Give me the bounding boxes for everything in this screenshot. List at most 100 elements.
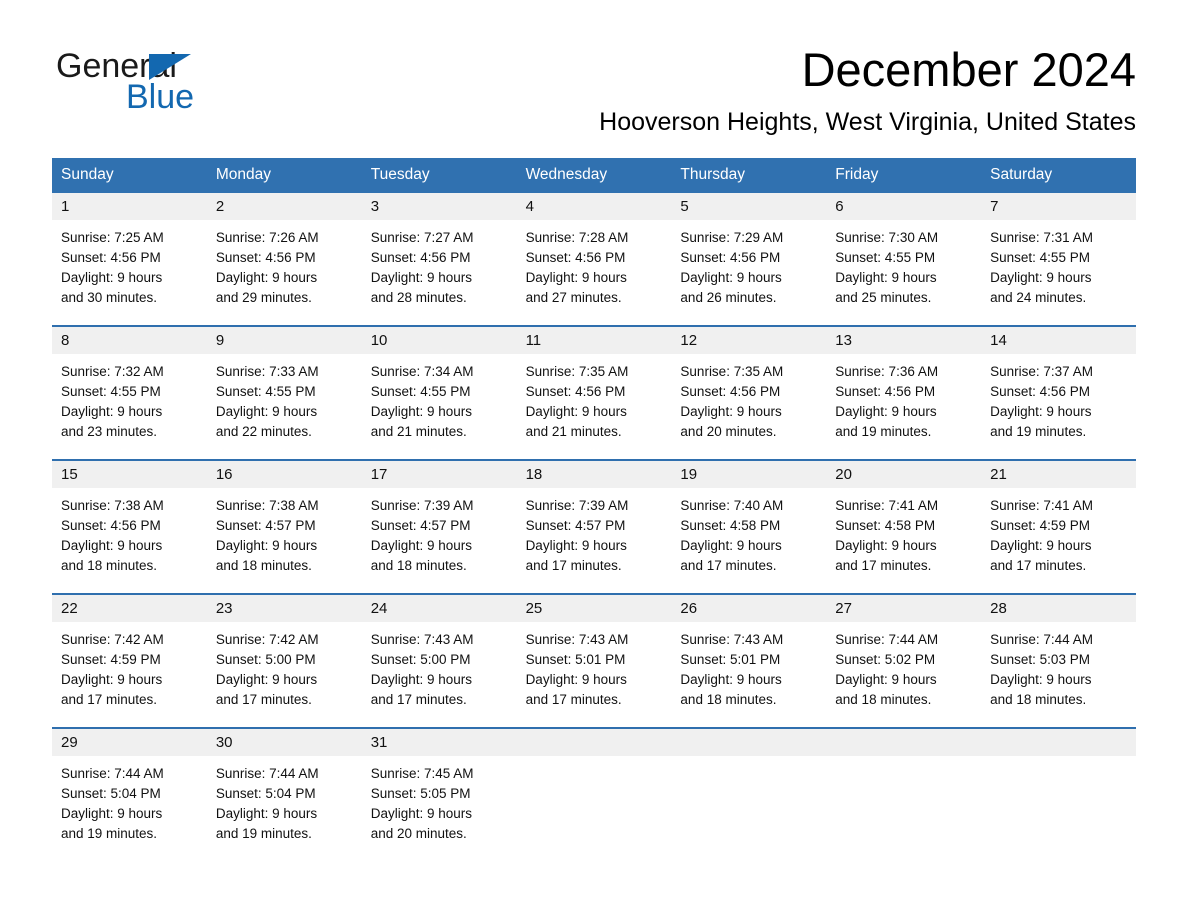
day-number: 19	[680, 466, 698, 483]
sunset-text: Sunset: 5:01 PM	[680, 652, 781, 667]
daylight-text-line1: Daylight: 9 hours	[61, 806, 163, 821]
daylight-text-line2: and 17 minutes.	[370, 692, 467, 707]
sunrise-text: Sunrise: 7:39 AM	[525, 498, 629, 513]
day-number-band: 13	[826, 327, 982, 354]
day-number-band: 17	[361, 461, 517, 488]
day-cell[interactable]: 5 Sunrise: 7:29 AM Sunset: 4:56 PM Dayli…	[671, 193, 827, 325]
day-cell[interactable]: 6 Sunrise: 7:30 AM Sunset: 4:55 PM Dayli…	[826, 193, 982, 325]
day-details: Sunrise: 7:30 AM Sunset: 4:55 PM Dayligh…	[826, 220, 981, 314]
day-cell[interactable]: 23 Sunrise: 7:42 AM Sunset: 5:00 PM Dayl…	[206, 595, 362, 727]
daylight-text-line1: Daylight: 9 hours	[525, 672, 627, 687]
day-cell[interactable]: 21 Sunrise: 7:41 AM Sunset: 4:59 PM Dayl…	[981, 461, 1136, 593]
day-cell[interactable]: 15 Sunrise: 7:38 AM Sunset: 4:56 PM Dayl…	[52, 461, 207, 593]
sunrise-text: Sunrise: 7:42 AM	[61, 632, 164, 647]
daylight-text-line1: Daylight: 9 hours	[370, 270, 473, 285]
daylight-text-line2: and 18 minutes.	[215, 558, 312, 573]
week-row: 1 Sunrise: 7:25 AM Sunset: 4:56 PM Dayli…	[52, 193, 1136, 325]
day-number: 3	[370, 198, 380, 215]
day-number-band: 4	[516, 193, 672, 220]
day-number: 21	[990, 466, 1007, 483]
daylight-text-line2: and 22 minutes.	[215, 424, 312, 439]
day-cell[interactable]: 1 Sunrise: 7:25 AM Sunset: 4:56 PM Dayli…	[52, 193, 207, 325]
day-cell[interactable]: 2 Sunrise: 7:26 AM Sunset: 4:56 PM Dayli…	[206, 193, 362, 325]
sunset-text: Sunset: 5:00 PM	[370, 652, 471, 667]
day-cell[interactable]: 11 Sunrise: 7:35 AM Sunset: 4:56 PM Dayl…	[516, 327, 672, 459]
day-number-band: 7	[981, 193, 1136, 220]
sunset-text: Sunset: 4:56 PM	[61, 250, 161, 265]
day-cell[interactable]: 24 Sunrise: 7:43 AM Sunset: 5:00 PM Dayl…	[361, 595, 517, 727]
day-cell[interactable]: 25 Sunrise: 7:43 AM Sunset: 5:01 PM Dayl…	[516, 595, 672, 727]
daylight-text-line2: and 19 minutes.	[835, 424, 932, 439]
day-cell[interactable]: 26 Sunrise: 7:43 AM Sunset: 5:01 PM Dayl…	[671, 595, 827, 727]
day-cell[interactable]: 22 Sunrise: 7:42 AM Sunset: 4:59 PM Dayl…	[52, 595, 207, 727]
day-details: Sunrise: 7:44 AM Sunset: 5:04 PM Dayligh…	[52, 756, 207, 850]
daylight-text-line2: and 17 minutes.	[61, 692, 158, 707]
sunset-text: Sunset: 4:56 PM	[370, 250, 471, 265]
daylight-text-line1: Daylight: 9 hours	[680, 538, 782, 553]
daylight-text-line1: Daylight: 9 hours	[680, 404, 782, 419]
daylight-text-line1: Daylight: 9 hours	[370, 806, 473, 821]
daylight-text-line1: Daylight: 9 hours	[215, 404, 318, 419]
day-details: Sunrise: 7:27 AM Sunset: 4:56 PM Dayligh…	[362, 220, 517, 314]
day-cell[interactable]: 30 Sunrise: 7:44 AM Sunset: 5:04 PM Dayl…	[206, 729, 362, 861]
day-number: 27	[835, 600, 852, 617]
daylight-text-line1: Daylight: 9 hours	[835, 538, 937, 553]
daylight-text-line2: and 17 minutes.	[525, 692, 622, 707]
day-cell[interactable]: 31 Sunrise: 7:45 AM Sunset: 5:05 PM Dayl…	[361, 729, 517, 861]
day-cell[interactable]: 20 Sunrise: 7:41 AM Sunset: 4:58 PM Dayl…	[826, 461, 982, 593]
day-number-band: 15	[52, 461, 207, 488]
day-details: Sunrise: 7:39 AM Sunset: 4:57 PM Dayligh…	[517, 488, 672, 582]
day-details: Sunrise: 7:34 AM Sunset: 4:55 PM Dayligh…	[362, 354, 517, 448]
day-cell[interactable]: 3 Sunrise: 7:27 AM Sunset: 4:56 PM Dayli…	[361, 193, 517, 325]
daylight-text-line2: and 17 minutes.	[835, 558, 932, 573]
day-cell[interactable]: 14 Sunrise: 7:37 AM Sunset: 4:56 PM Dayl…	[981, 327, 1136, 459]
day-number: 13	[835, 332, 852, 349]
day-details: Sunrise: 7:44 AM Sunset: 5:04 PM Dayligh…	[207, 756, 362, 850]
day-number-band: 14	[981, 327, 1136, 354]
day-number-band: 31	[361, 729, 517, 756]
day-number-band: 22	[52, 595, 207, 622]
weekday-header-row: Sunday Monday Tuesday Wednesday Thursday…	[52, 158, 1136, 193]
sunrise-text: Sunrise: 7:43 AM	[370, 632, 474, 647]
day-cell[interactable]: 8 Sunrise: 7:32 AM Sunset: 4:55 PM Dayli…	[52, 327, 207, 459]
day-cell[interactable]: 29 Sunrise: 7:44 AM Sunset: 5:04 PM Dayl…	[52, 729, 207, 861]
weekday-header-thursday: Thursday	[680, 166, 746, 183]
sunrise-text: Sunrise: 7:41 AM	[835, 498, 939, 513]
day-cell[interactable]: 13 Sunrise: 7:36 AM Sunset: 4:56 PM Dayl…	[826, 327, 982, 459]
title-block: December 2024 Hooverson Heights, West Vi…	[599, 42, 1136, 138]
day-details: Sunrise: 7:42 AM Sunset: 4:59 PM Dayligh…	[52, 622, 207, 716]
sunset-text: Sunset: 5:04 PM	[215, 786, 316, 801]
day-cell[interactable]: 4 Sunrise: 7:28 AM Sunset: 4:56 PM Dayli…	[516, 193, 672, 325]
page-title: December 2024	[801, 43, 1136, 96]
day-number-band	[826, 729, 982, 756]
sunrise-text: Sunrise: 7:34 AM	[370, 364, 474, 379]
sunset-text: Sunset: 4:59 PM	[990, 518, 1090, 533]
day-cell[interactable]: 28 Sunrise: 7:44 AM Sunset: 5:03 PM Dayl…	[981, 595, 1136, 727]
sunset-text: Sunset: 4:58 PM	[835, 518, 936, 533]
sunset-text: Sunset: 4:56 PM	[835, 384, 936, 399]
daylight-text-line1: Daylight: 9 hours	[680, 672, 782, 687]
weekday-header-saturday: Saturday	[990, 166, 1053, 183]
day-cell[interactable]: 27 Sunrise: 7:44 AM Sunset: 5:02 PM Dayl…	[826, 595, 982, 727]
sunrise-text: Sunrise: 7:35 AM	[525, 364, 629, 379]
sunrise-text: Sunrise: 7:40 AM	[680, 498, 784, 513]
day-cell[interactable]: 12 Sunrise: 7:35 AM Sunset: 4:56 PM Dayl…	[671, 327, 827, 459]
day-number: 24	[370, 600, 388, 617]
daylight-text-line2: and 19 minutes.	[990, 424, 1087, 439]
sunrise-text: Sunrise: 7:36 AM	[835, 364, 939, 379]
day-cell[interactable]: 7 Sunrise: 7:31 AM Sunset: 4:55 PM Dayli…	[981, 193, 1136, 325]
day-cell[interactable]: 17 Sunrise: 7:39 AM Sunset: 4:57 PM Dayl…	[361, 461, 517, 593]
sunset-text: Sunset: 4:56 PM	[525, 250, 626, 265]
day-cell[interactable]: 18 Sunrise: 7:39 AM Sunset: 4:57 PM Dayl…	[516, 461, 672, 593]
day-details: Sunrise: 7:41 AM Sunset: 4:58 PM Dayligh…	[826, 488, 981, 582]
day-details: Sunrise: 7:43 AM Sunset: 5:01 PM Dayligh…	[671, 622, 826, 716]
day-number-band: 5	[671, 193, 827, 220]
day-cell[interactable]: 16 Sunrise: 7:38 AM Sunset: 4:57 PM Dayl…	[206, 461, 362, 593]
day-number: 10	[370, 332, 388, 349]
day-cell[interactable]: 9 Sunrise: 7:33 AM Sunset: 4:55 PM Dayli…	[206, 327, 362, 459]
day-number-band: 2	[206, 193, 362, 220]
day-cell[interactable]: 10 Sunrise: 7:34 AM Sunset: 4:55 PM Dayl…	[361, 327, 517, 459]
day-number-band	[516, 729, 672, 756]
day-number-band	[671, 729, 827, 756]
day-cell[interactable]: 19 Sunrise: 7:40 AM Sunset: 4:58 PM Dayl…	[671, 461, 827, 593]
